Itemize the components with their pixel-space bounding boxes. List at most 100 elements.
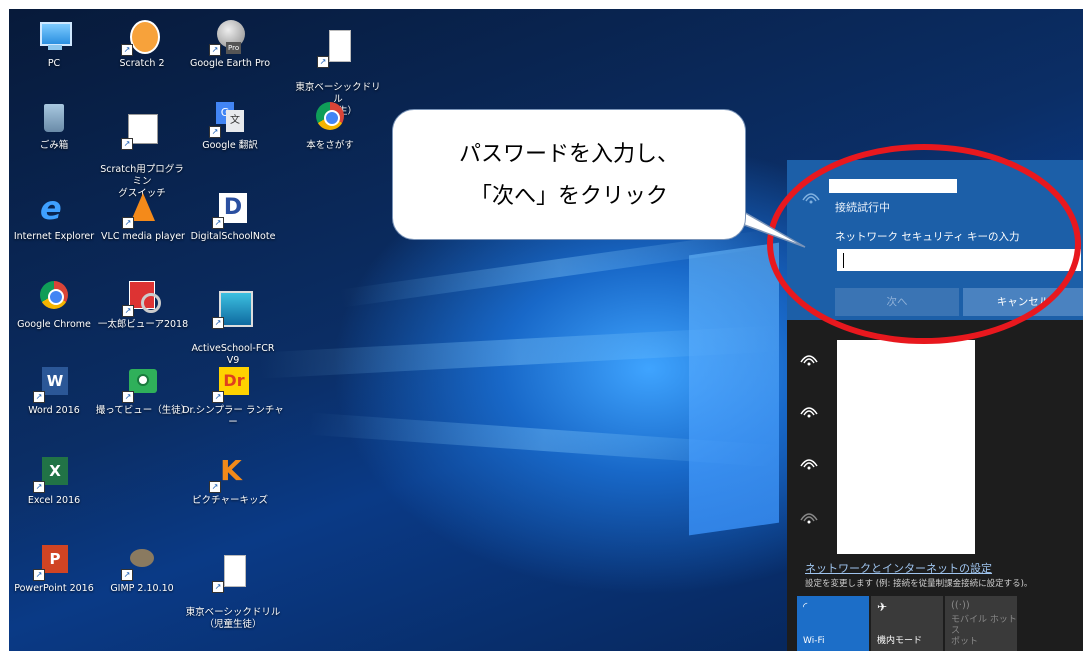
desktop-icon-label: 撮ってビュー（生徒） [95, 405, 191, 416]
shortcut-arrow-icon: ↗ [209, 481, 221, 493]
desktop-icon-google-chrome[interactable]: Google Chrome [9, 279, 99, 331]
desktop-icon-picture-kids[interactable]: K ↗ ピクチャーキッズ [189, 455, 271, 507]
desktop-icon-digitalschoolnote[interactable]: D ↗ DigitalSchoolNote [185, 191, 281, 243]
desktop: PC ↗ Scratch 2 Pro ↗ Google Earth Pro ↗ … [9, 9, 1083, 651]
shortcut-arrow-icon: ↗ [209, 44, 221, 56]
shortcut-arrow-icon: ↗ [33, 391, 45, 403]
wifi-signal-icon [800, 355, 818, 366]
quick-action-label: 機内モード [877, 636, 923, 646]
shortcut-arrow-icon: ↗ [121, 569, 133, 581]
quick-action-label: モバイル ホットス ポット [951, 615, 1017, 647]
gimp-icon: ↗ [121, 543, 160, 581]
desktop-icon-label: Excel 2016 [27, 495, 81, 506]
google-earth-icon: Pro ↗ [209, 18, 248, 56]
quick-action-airplane-mode[interactable]: ✈ 機内モード [871, 596, 943, 651]
shortcut-arrow-icon: ↗ [317, 56, 329, 68]
shortcut-arrow-icon: ↗ [121, 138, 133, 150]
desktop-icon-label: ActiveSchool-FCR V9 [191, 343, 275, 366]
airplane-icon: ✈ [877, 600, 888, 614]
desktop-icon-label: Internet Explorer [13, 231, 95, 242]
wifi-signal-icon [800, 407, 818, 418]
program-switch-icon: ↗ [121, 112, 160, 150]
internet-explorer-icon: e [40, 189, 62, 227]
chrome-icon [36, 279, 72, 315]
chrome-icon [312, 100, 348, 136]
desktop-icon-label: DigitalSchoolNote [190, 231, 276, 242]
scratch-icon: ↗ [121, 18, 160, 56]
desktop-icon-tokyo-drill-student[interactable]: ↗ 東京ベーシックドリル （児童生徒） [185, 543, 281, 643]
network-list-redacted[interactable] [837, 340, 975, 554]
shortcut-arrow-icon: ↗ [212, 317, 224, 329]
desktop-icon-label: Dr.シンプラー ランチャー [182, 405, 284, 428]
camera-icon: ↗ [122, 365, 161, 403]
word-icon: W ↗ [33, 365, 72, 403]
desktop-icon-label: Word 2016 [28, 405, 80, 416]
desktop-icon-google-translate[interactable]: G 文 ↗ Google 翻訳 [189, 100, 271, 152]
wallpaper-window-logo [689, 242, 779, 536]
shortcut-arrow-icon: ↗ [122, 305, 134, 317]
desktop-icon-label: PowerPoint 2016 [14, 583, 94, 594]
powerpoint-icon: P ↗ [33, 543, 72, 581]
shortcut-arrow-icon: ↗ [212, 217, 224, 229]
desktop-icon-label: Google Earth Pro [189, 58, 271, 69]
excel-icon: X ↗ [33, 455, 72, 493]
shortcut-arrow-icon: ↗ [122, 217, 134, 229]
desktop-icon-label: VLC media player [101, 231, 185, 242]
desktop-icon-scratch-2[interactable]: ↗ Scratch 2 [101, 18, 183, 70]
quick-action-wifi[interactable]: ◜ Wi-Fi [797, 596, 869, 651]
desktop-icon-gimp[interactable]: ↗ GIMP 2.10.10 [101, 543, 183, 595]
instruction-callout: パスワードを入力し、 「次へ」をクリック [392, 109, 746, 240]
dr-simpler-icon: Dr ↗ [212, 365, 251, 403]
desktop-icon-find-books[interactable]: 本をさがす [289, 100, 371, 152]
pc-icon [36, 18, 72, 54]
document-icon: ↗ [317, 30, 356, 68]
desktop-icon-dr-simpler[interactable]: Dr ↗ Dr.シンプラー ランチャー [181, 365, 285, 429]
ichitaro-viewer-icon: ↗ [122, 279, 161, 317]
desktop-icon-activeschool[interactable]: ↗ ActiveSchool-FCR V9 [185, 279, 281, 379]
shortcut-arrow-icon: ↗ [122, 391, 134, 403]
desktop-icon-label: 本をさがす [306, 140, 354, 151]
network-settings-description: 設定を変更します (例: 接続を従量制課金接続に設定する)。 [805, 579, 1033, 589]
desktop-icon-label: 東京ベーシックドリル （児童生徒） [185, 607, 281, 630]
shortcut-arrow-icon: ↗ [209, 126, 221, 138]
desktop-icon-ichitaro-viewer[interactable]: ↗ 一太郎ビューア2018 [93, 279, 193, 331]
desktop-icon-label: Google 翻訳 [202, 140, 258, 151]
digitalschoolnote-icon: D ↗ [212, 191, 251, 229]
desktop-icon-label: 一太郎ビューア2018 [97, 319, 189, 330]
quick-action-label: Wi-Fi [803, 636, 825, 646]
desktop-icon-totte-view[interactable]: ↗ 撮ってビュー（生徒） [93, 365, 193, 417]
network-settings-link[interactable]: ネットワークとインターネットの設定 [805, 560, 992, 576]
desktop-icon-label: PC [47, 58, 61, 69]
desktop-icon-excel[interactable]: X ↗ Excel 2016 [13, 455, 95, 507]
activeschool-icon: ↗ [212, 291, 253, 329]
desktop-icon-google-earth-pro[interactable]: Pro ↗ Google Earth Pro [189, 18, 271, 70]
picture-kids-icon: K ↗ [209, 455, 248, 493]
desktop-icon-pc[interactable]: PC [13, 18, 95, 70]
shortcut-arrow-icon: ↗ [33, 569, 45, 581]
desktop-icon-word[interactable]: W ↗ Word 2016 [13, 365, 95, 417]
quick-action-mobile-hotspot[interactable]: ((·)) モバイル ホットス ポット [945, 596, 1017, 651]
wifi-signal-icon [800, 513, 818, 524]
vlc-icon: ↗ [122, 191, 161, 229]
shortcut-arrow-icon: ↗ [212, 391, 224, 403]
desktop-icon-label: GIMP 2.10.10 [110, 583, 174, 594]
desktop-icon-label: Google Chrome [17, 319, 91, 330]
shortcut-arrow-icon: ↗ [212, 581, 224, 593]
desktop-icon-powerpoint[interactable]: P ↗ PowerPoint 2016 [9, 543, 99, 595]
desktop-icon-internet-explorer[interactable]: e Internet Explorer [9, 191, 99, 243]
callout-line-1: パスワードを入力し、 [458, 142, 679, 167]
wifi-signal-icon [800, 459, 818, 470]
desktop-icon-label: ごみ箱 [39, 140, 69, 151]
desktop-icon-label: Scratch 2 [119, 58, 165, 69]
google-translate-icon: G 文 ↗ [209, 100, 248, 138]
wifi-icon: ◜ [803, 600, 808, 613]
shortcut-arrow-icon: ↗ [121, 44, 133, 56]
hotspot-icon: ((·)) [951, 600, 970, 611]
callout-line-2: 「次へ」をクリック [469, 184, 668, 209]
desktop-icon-vlc[interactable]: ↗ VLC media player [95, 191, 191, 243]
desktop-icon-label: ピクチャーキッズ [192, 495, 268, 506]
recycle-bin-icon [36, 100, 72, 136]
callout-pointer-cover [721, 195, 741, 221]
document-icon: ↗ [212, 555, 251, 593]
desktop-icon-recycle-bin[interactable]: ごみ箱 [13, 100, 95, 152]
